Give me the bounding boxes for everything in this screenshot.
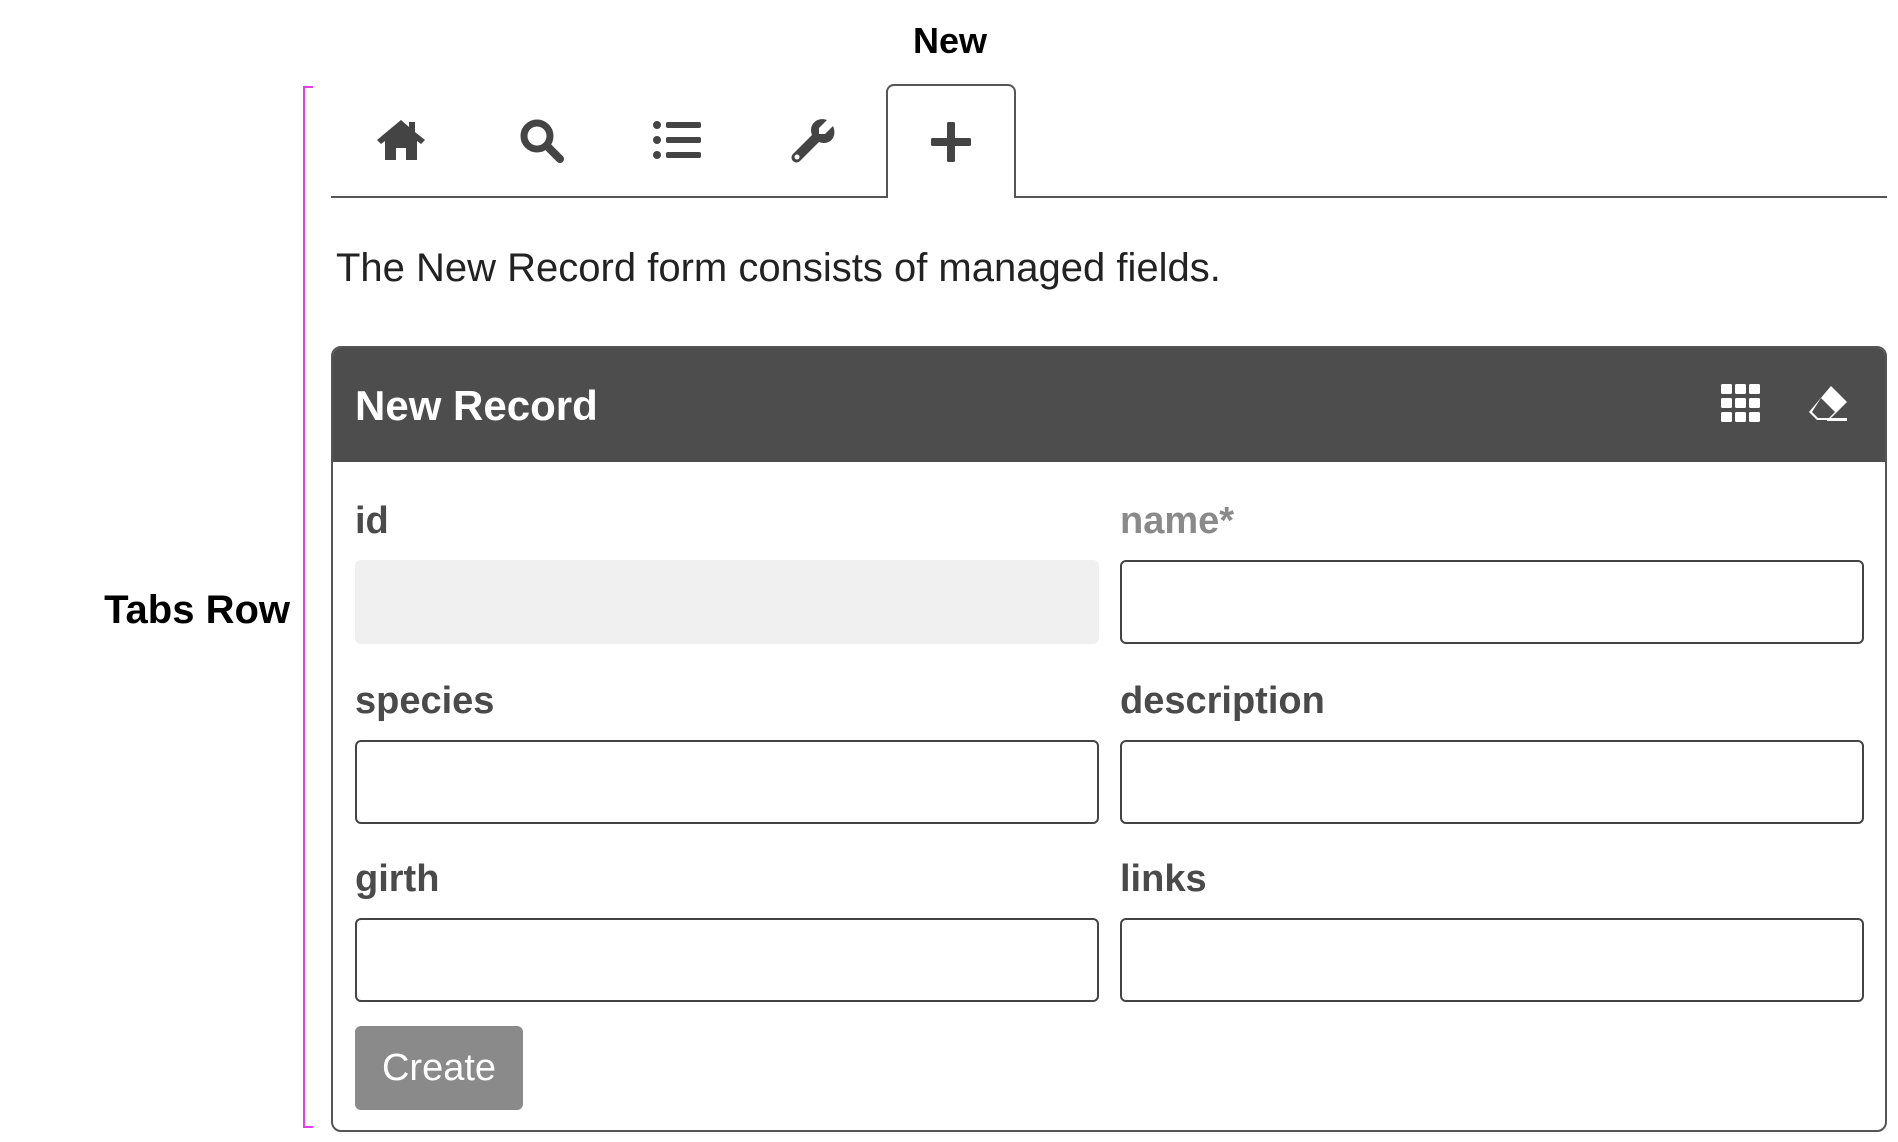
form-title: New Record <box>355 382 598 429</box>
id-field <box>355 560 1099 644</box>
intro-text: The New Record form consists of managed … <box>336 246 1221 290</box>
label-name: name* <box>1120 500 1235 542</box>
home-icon <box>375 118 427 162</box>
tab-search[interactable] <box>491 84 591 196</box>
plus-icon <box>931 122 971 162</box>
girth-field[interactable] <box>355 918 1099 1002</box>
grid-icon[interactable] <box>1721 384 1761 427</box>
create-button[interactable]: Create <box>355 1026 523 1110</box>
label-description: description <box>1120 680 1325 722</box>
form-header: New Record <box>333 348 1885 462</box>
annotation-new-label: New <box>912 20 988 61</box>
links-field[interactable] <box>1120 918 1864 1002</box>
search-icon <box>518 117 564 163</box>
eraser-icon[interactable] <box>1807 384 1849 427</box>
annotation-tabs-row-label: Tabs Row <box>104 588 290 632</box>
name-field[interactable] <box>1120 560 1864 644</box>
new-record-form: New Record id name* species description … <box>331 346 1887 1132</box>
tab-new[interactable] <box>886 84 1016 198</box>
page: New Tabs Row The New Record form consist… <box>0 0 1898 1142</box>
label-links: links <box>1120 858 1207 900</box>
label-girth: girth <box>355 858 440 900</box>
tab-list[interactable] <box>627 84 727 196</box>
description-field[interactable] <box>1120 740 1864 824</box>
species-field[interactable] <box>355 740 1099 824</box>
list-icon <box>653 120 701 160</box>
tab-wrench[interactable] <box>763 84 863 196</box>
annotation-bracket <box>303 86 313 1128</box>
tab-home[interactable] <box>351 84 451 196</box>
label-species: species <box>355 680 495 722</box>
wrench-icon <box>789 116 837 164</box>
tabs-row <box>331 84 1887 198</box>
label-id: id <box>355 500 389 542</box>
